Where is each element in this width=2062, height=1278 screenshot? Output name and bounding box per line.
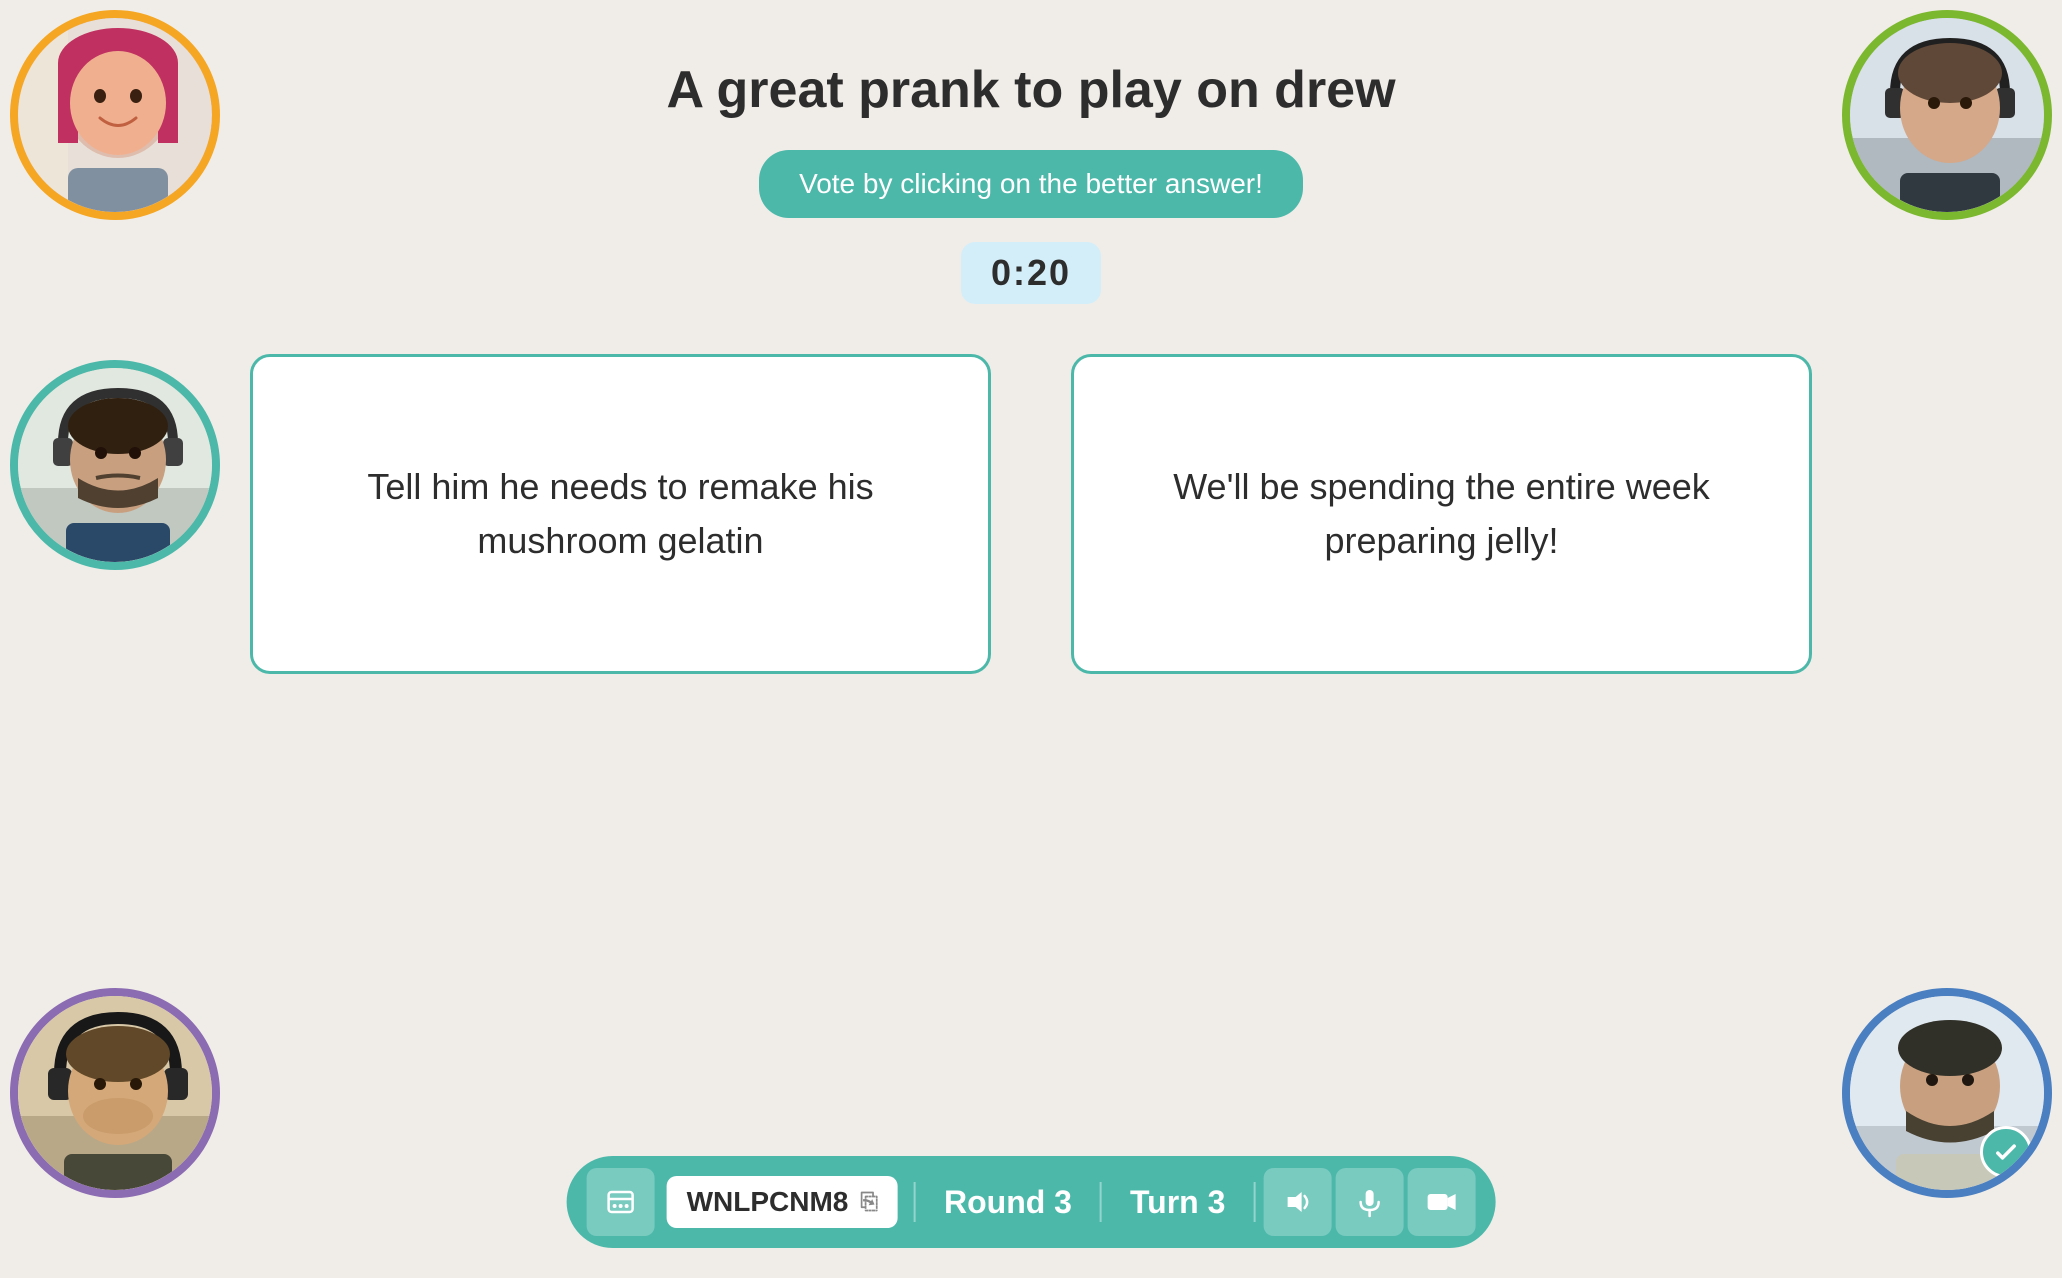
round-label: Round 3 [924, 1184, 1092, 1221]
divider-3 [1253, 1182, 1255, 1222]
check-badge [1980, 1126, 2032, 1178]
main-content: A great prank to play on drew Vote by cl… [0, 0, 2062, 674]
microphone-button[interactable] [1335, 1168, 1403, 1236]
answer-card-1[interactable]: Tell him he needs to remake his mushroom… [250, 354, 991, 674]
answer-card-2[interactable]: We'll be spending the entire week prepar… [1071, 354, 1812, 674]
divider-2 [1100, 1182, 1102, 1222]
game-icon-button[interactable] [587, 1168, 655, 1236]
divider-1 [914, 1182, 916, 1222]
answer-cards-container: Tell him he needs to remake his mushroom… [0, 354, 2062, 674]
answer-card-1-text: Tell him he needs to remake his mushroom… [293, 460, 948, 568]
room-code-display: WNLPCNM8 ⎘ [667, 1176, 898, 1228]
avatar-player-4 [10, 988, 220, 1198]
turn-label: Turn 3 [1110, 1184, 1245, 1221]
bottom-toolbar: WNLPCNM8 ⎘ Round 3 Turn 3 [567, 1156, 1496, 1248]
avatar-player-3 [10, 360, 220, 570]
answer-card-2-text: We'll be spending the entire week prepar… [1114, 460, 1769, 568]
avatar-player-5 [1842, 988, 2052, 1198]
copy-icon[interactable]: ⎘ [860, 1189, 878, 1215]
vote-instruction-button[interactable]: Vote by clicking on the better answer! [759, 150, 1303, 218]
volume-button[interactable] [1263, 1168, 1331, 1236]
avatar-player-2 [1842, 10, 2052, 220]
prompt-title: A great prank to play on drew [666, 60, 1395, 120]
room-code-text: WNLPCNM8 [687, 1186, 849, 1218]
timer-display: 0:20 [961, 242, 1101, 304]
camera-button[interactable] [1407, 1168, 1475, 1236]
avatar-player-1 [10, 10, 220, 220]
